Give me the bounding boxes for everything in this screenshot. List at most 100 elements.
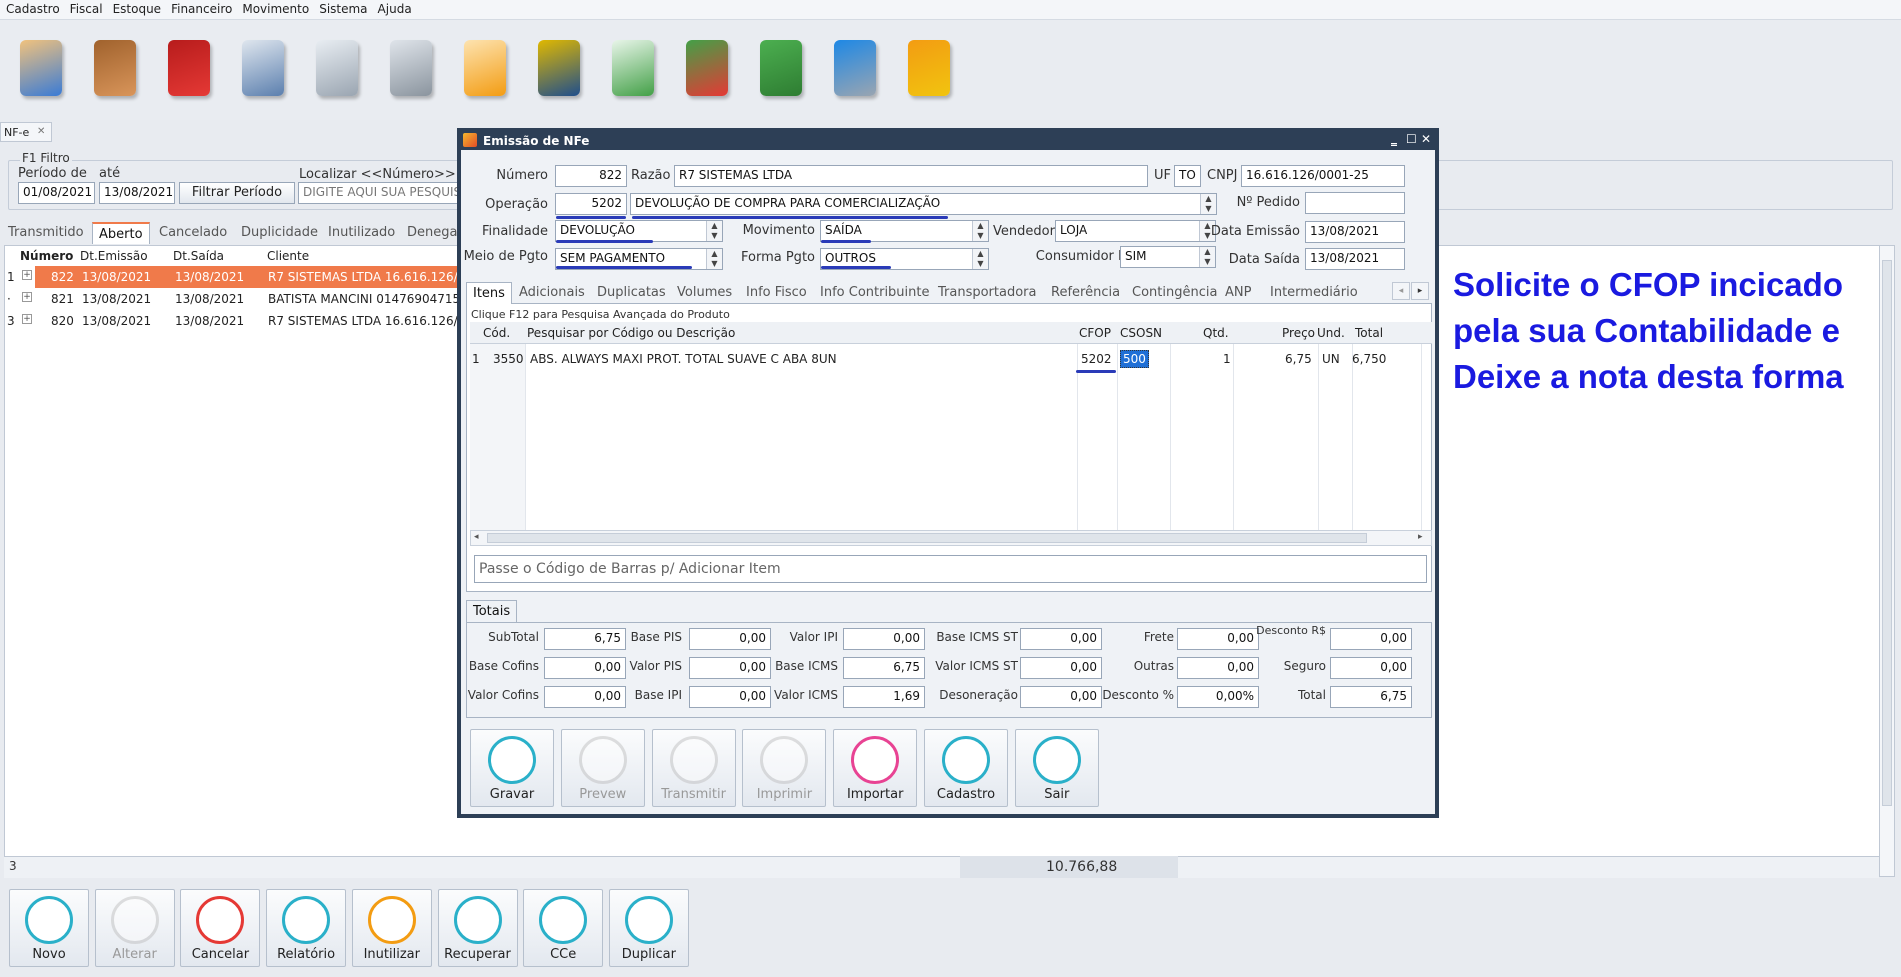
uf-field[interactable]: TO xyxy=(1174,165,1201,187)
tab-itens[interactable]: Itens xyxy=(466,282,512,304)
search-input[interactable]: DIGITE AQUI SUA PESQUISA xyxy=(298,182,462,204)
numero-field[interactable]: 822 xyxy=(555,165,627,187)
tabs-scroll-left-icon[interactable]: ◂ xyxy=(1392,282,1410,300)
valor-ipi-field[interactable]: 0,00 xyxy=(843,628,925,650)
tab-transportadora[interactable]: Transportadora xyxy=(932,282,1042,304)
duplicar-button[interactable]: Duplicar xyxy=(608,889,689,967)
money-transfer-icon[interactable] xyxy=(604,34,662,104)
inutilizar-button[interactable]: Inutilizar xyxy=(351,889,432,967)
pedido-field[interactable] xyxy=(1305,192,1405,214)
col-cfop[interactable]: CFOP xyxy=(1079,326,1111,340)
close-icon[interactable]: ✕ xyxy=(1421,132,1431,146)
header-dtemissao[interactable]: Dt.Emissão xyxy=(80,249,148,263)
user-icon[interactable] xyxy=(12,34,70,104)
chevron-down-icon[interactable]: ▲ ▼ xyxy=(706,249,722,269)
box-icon[interactable] xyxy=(86,34,144,104)
data-saida-field[interactable]: 13/08/2021 xyxy=(1305,248,1405,270)
close-icon[interactable]: ✕ xyxy=(37,126,45,137)
tab-aberto[interactable]: Aberto xyxy=(92,222,150,244)
consumidor-select[interactable]: SIM ▲ ▼ xyxy=(1120,246,1216,268)
col-preco[interactable]: Preço xyxy=(1282,326,1315,340)
relatório-button[interactable]: Relatório xyxy=(266,889,347,967)
menu-item[interactable]: Estoque xyxy=(113,2,162,16)
header-numero[interactable]: Número xyxy=(20,249,73,263)
table-row[interactable]: 1 +822 13/08/2021 13/08/2021 R7 SISTEMAS LTD… xyxy=(5,266,465,288)
col-qtd[interactable]: Qtd. xyxy=(1203,326,1229,340)
valor-icms-field[interactable]: 1,69 xyxy=(843,686,925,708)
tab-duplicidade[interactable]: Duplicidade xyxy=(235,222,324,244)
tabs-scroll-right-icon[interactable]: ▸ xyxy=(1411,282,1429,300)
tab-inutilizado[interactable]: Inutilizado xyxy=(322,222,401,244)
item-row[interactable]: 1 3550 ABS. ALWAYS MAXI PROT. TOTAL SUAV… xyxy=(470,347,1432,371)
tab-adicionais[interactable]: Adicionais xyxy=(513,282,591,304)
money-out-icon[interactable] xyxy=(678,34,736,104)
menu-item[interactable]: Sistema xyxy=(319,2,367,16)
tab-duplicatas[interactable]: Duplicatas xyxy=(591,282,672,304)
usb-drive-icon[interactable] xyxy=(826,34,884,104)
cce-button[interactable]: CCe xyxy=(523,889,604,967)
header-dtsaida[interactable]: Dt.Saída xyxy=(173,249,224,263)
total-field[interactable]: 6,75 xyxy=(1330,686,1412,708)
tab-volumes[interactable]: Volumes xyxy=(671,282,738,304)
cash-register-icon[interactable] xyxy=(382,34,440,104)
basket-icon[interactable] xyxy=(160,34,218,104)
expand-icon[interactable]: + xyxy=(22,314,32,324)
seguro-field[interactable]: 0,00 xyxy=(1330,657,1412,679)
expand-icon[interactable]: + xyxy=(22,270,32,280)
dollar-book-icon[interactable] xyxy=(530,34,588,104)
cancelar-button[interactable]: Cancelar xyxy=(180,889,261,967)
maximize-icon[interactable]: ☐ xyxy=(1406,132,1417,146)
table-row[interactable]: · +821 13/08/2021 13/08/2021 BATISTA MANCINI… xyxy=(5,288,460,310)
vendedor-select[interactable]: LOJA ▲ ▼ xyxy=(1055,220,1216,242)
operacao-code-field[interactable]: 5202 xyxy=(555,193,627,215)
item-cfop[interactable]: 5202 xyxy=(1081,352,1112,366)
menu-item[interactable]: Ajuda xyxy=(378,2,412,16)
novo-button[interactable]: Novo xyxy=(9,889,89,967)
calculator-icon[interactable] xyxy=(234,34,292,104)
minimize-icon[interactable]: ‗ xyxy=(1391,132,1397,146)
tab-totais[interactable]: Totais xyxy=(466,600,518,622)
cadastro-button[interactable]: Cadastro xyxy=(924,729,1008,807)
grid-scrollbar[interactable] xyxy=(1879,245,1895,877)
transmitir-button[interactable]: Transmitir xyxy=(651,729,736,807)
recuperar-button[interactable]: Recuperar xyxy=(437,889,518,967)
col-csosn[interactable]: CSOSN xyxy=(1120,326,1162,340)
whatsapp-icon[interactable] xyxy=(752,34,810,104)
barcode-input[interactable]: Passe o Código de Barras p/ Adicionar It… xyxy=(474,555,1427,583)
nfe-document-icon[interactable] xyxy=(456,34,514,104)
doc-tab-nfe[interactable]: NF-e ✕ xyxy=(0,122,52,142)
imprimir-button[interactable]: Imprimir xyxy=(742,729,827,807)
col-total[interactable]: Total xyxy=(1355,326,1383,340)
tab-cancelado[interactable]: Cancelado xyxy=(153,222,233,244)
items-hscrollbar[interactable]: ◂ ▸ xyxy=(470,530,1432,546)
item-csosn[interactable]: 500 xyxy=(1120,350,1149,368)
table-row[interactable]: 3 +820 13/08/2021 13/08/2021 R7 SISTEMAS LTD… xyxy=(5,310,465,332)
col-desc[interactable]: Pesquisar por Código ou Descrição xyxy=(527,326,735,340)
sair-button[interactable]: Sair xyxy=(1014,729,1099,807)
finalidade-select[interactable]: DEVOLUÇÃO ▲ ▼ xyxy=(555,220,723,242)
date-to-field[interactable]: 13/08/2021 xyxy=(99,182,175,204)
col-und[interactable]: Und. xyxy=(1317,326,1345,340)
razao-field[interactable]: R7 SISTEMAS LTDA xyxy=(674,165,1148,187)
menu-item[interactable]: Cadastro xyxy=(6,2,60,16)
tab-info-fisco[interactable]: Info Fisco xyxy=(740,282,813,304)
tab-referência[interactable]: Referência xyxy=(1045,282,1126,304)
gravar-button[interactable]: Gravar xyxy=(470,729,554,807)
chevron-down-icon[interactable]: ▲ ▼ xyxy=(972,221,988,241)
key-icon[interactable] xyxy=(308,34,366,104)
menu-item[interactable]: Movimento xyxy=(242,2,309,16)
tab-anp[interactable]: ANP xyxy=(1219,282,1257,304)
date-from-field[interactable]: 01/08/2021 xyxy=(18,182,95,204)
cnpj-field[interactable]: 16.616.126/0001-25 xyxy=(1241,165,1405,187)
prevew-button[interactable]: Prevew xyxy=(560,729,645,807)
tab-info-contribuinte[interactable]: Info Contribuinte xyxy=(814,282,936,304)
importar-button[interactable]: Importar xyxy=(833,729,918,807)
base-icms-field[interactable]: 6,75 xyxy=(843,657,925,679)
alterar-button[interactable]: Alterar xyxy=(94,889,175,967)
movimento-select[interactable]: SAÍDA ▲ ▼ xyxy=(820,220,989,242)
data-emissao-field[interactable]: 13/08/2021 xyxy=(1305,221,1405,243)
menu-item[interactable]: Fiscal xyxy=(70,2,103,16)
filter-period-button[interactable]: Filtrar Período xyxy=(179,182,295,204)
expand-icon[interactable]: + xyxy=(22,292,32,302)
chevron-down-icon[interactable]: ▲ ▼ xyxy=(1200,194,1216,214)
